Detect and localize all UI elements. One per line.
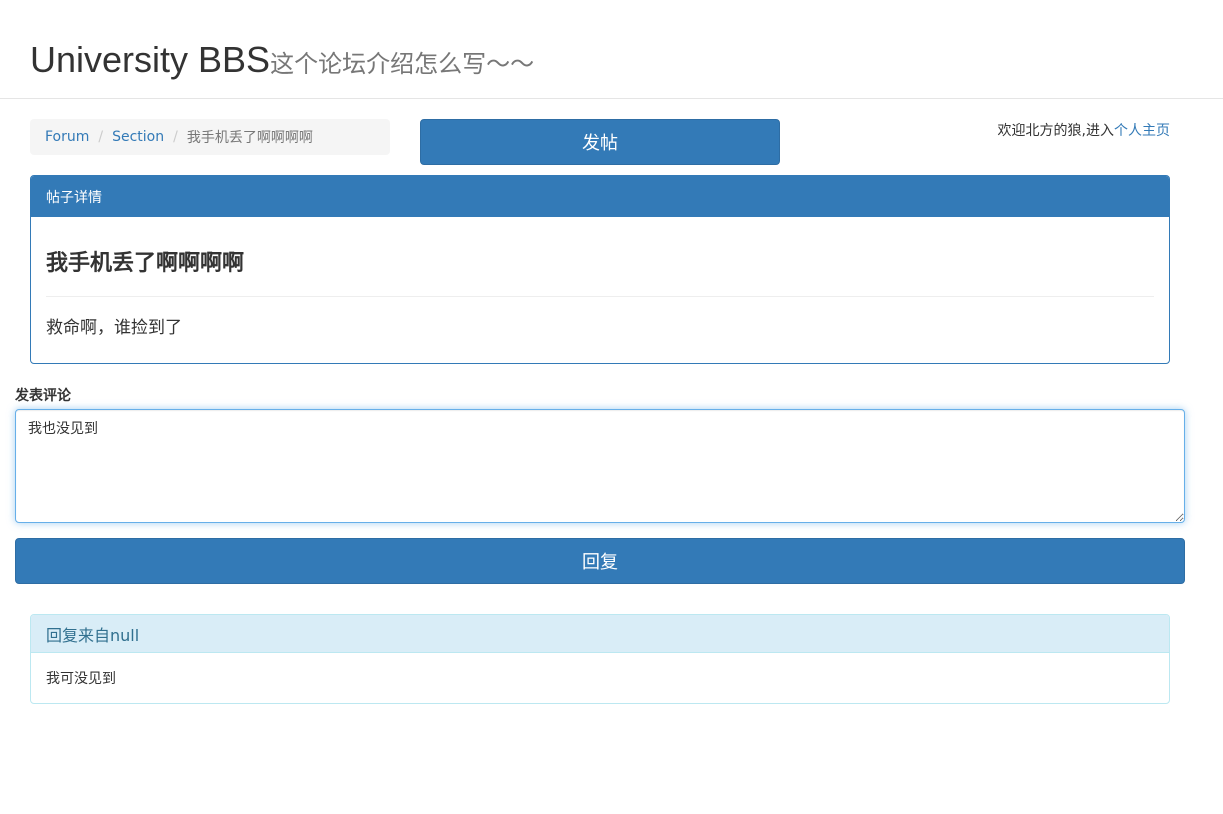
- reply-heading: 回复来自null: [31, 615, 1169, 653]
- post-panel-body: 我手机丢了啊啊啊啊 救命啊，谁捡到了: [31, 217, 1169, 338]
- comment-textarea[interactable]: 我也没见到: [15, 409, 1185, 523]
- post-content: 救命啊，谁捡到了: [46, 318, 182, 338]
- breadcrumb-separator: /: [173, 129, 178, 145]
- breadcrumb-current: 我手机丢了啊啊啊啊: [186, 130, 313, 146]
- profile-link[interactable]: 个人主页: [1114, 123, 1170, 139]
- breadcrumb-forum-link[interactable]: Forum: [45, 129, 89, 145]
- new-post-button[interactable]: 发帖: [420, 119, 780, 165]
- reply-button[interactable]: 回复: [15, 538, 1185, 584]
- post-detail-panel: 帖子详情 我手机丢了啊啊啊啊 救命啊，谁捡到了: [30, 175, 1170, 364]
- post-divider: [46, 296, 1154, 297]
- breadcrumb: Forum / Section / 我手机丢了啊啊啊啊: [30, 119, 390, 155]
- site-title: University BBS这个论坛介绍怎么写～～: [30, 38, 534, 86]
- reply-panel: 回复来自null 我可没见到: [30, 614, 1170, 704]
- reply-content: 我可没见到: [46, 671, 116, 687]
- post-title: 我手机丢了啊啊啊啊: [46, 251, 245, 276]
- post-panel-heading: 帖子详情: [31, 176, 1169, 217]
- breadcrumb-separator: /: [98, 129, 104, 145]
- site-title-text: University BBS: [30, 39, 271, 80]
- page-header: University BBS这个论坛介绍怎么写～～: [0, 0, 1223, 99]
- comment-label: 发表评论: [15, 388, 71, 404]
- welcome-text: 欢迎北方的狼,进入: [997, 123, 1114, 139]
- site-subtitle: 这个论坛介绍怎么写～～: [270, 50, 535, 78]
- welcome-message: 欢迎北方的狼,进入个人主页: [998, 120, 1170, 140]
- breadcrumb-section-link[interactable]: Section: [112, 129, 164, 145]
